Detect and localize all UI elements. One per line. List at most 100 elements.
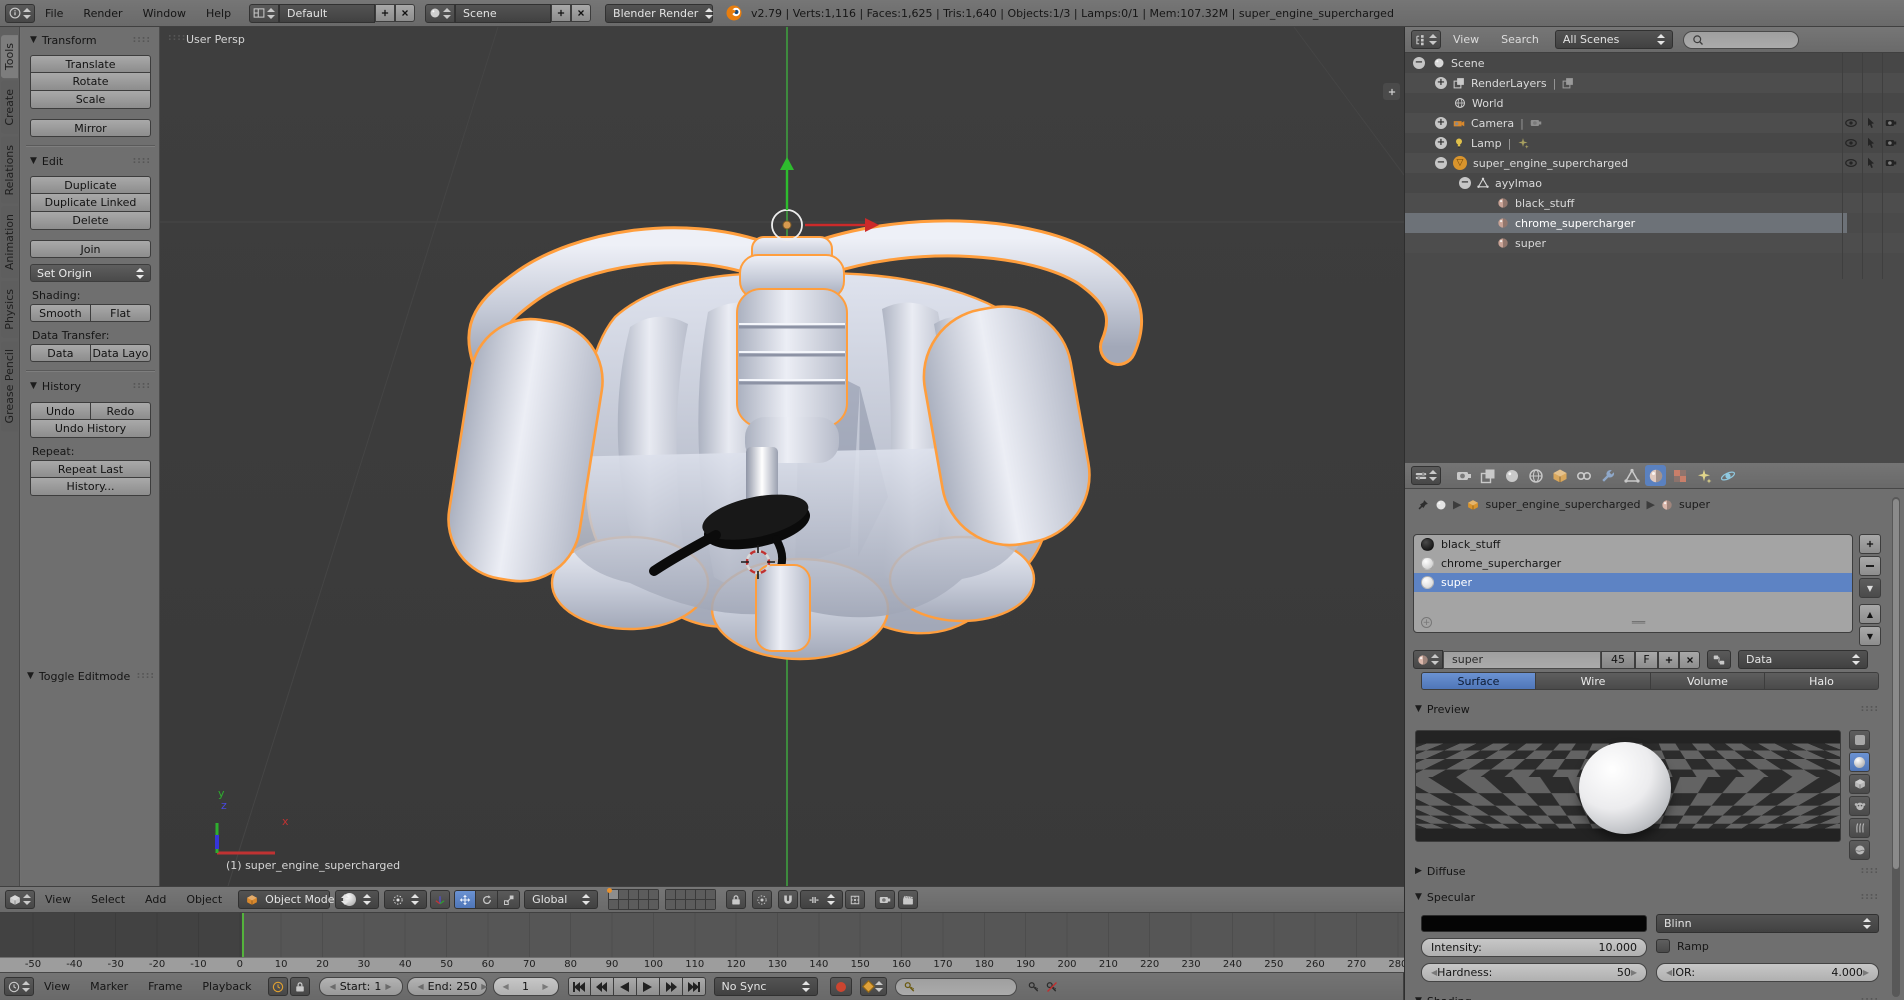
end-frame-field[interactable]: ◀ End: 250 ▶ [406, 977, 487, 996]
tab-modifiers[interactable] [1597, 465, 1618, 486]
duplicate-linked-button[interactable]: Duplicate Linked [30, 194, 151, 212]
selectable-toggle[interactable] [1861, 157, 1881, 169]
outliner-row-material-super[interactable]: super [1405, 233, 1904, 253]
outliner-row-camera[interactable]: + Camera | [1405, 113, 1904, 133]
collapse-icon[interactable]: − [1435, 157, 1447, 169]
insert-keyframe-button[interactable] [1025, 977, 1043, 996]
fake-user-button[interactable]: F [1635, 650, 1658, 669]
material-specials-button[interactable]: ▼ [1859, 578, 1881, 598]
menu-view-timeline[interactable]: View [34, 980, 80, 993]
move-slot-down-button[interactable]: ▼ [1859, 626, 1881, 646]
object-icon[interactable] [1467, 499, 1479, 511]
open-properties-region-button[interactable] [1383, 83, 1400, 100]
tab-grease-pencil[interactable]: Grease Pencil [1, 340, 18, 432]
delete-screen-layout-button[interactable] [395, 4, 416, 22]
timeline-canvas[interactable] [0, 913, 1404, 957]
audio-sync-select[interactable]: No Sync [713, 977, 818, 996]
type-surface-button[interactable]: Surface [1421, 672, 1536, 690]
arrow-left-icon[interactable]: ◀ [418, 982, 424, 991]
tab-world[interactable] [1525, 465, 1546, 486]
tab-render-layers[interactable] [1477, 465, 1498, 486]
previous-keyframe-button[interactable] [590, 977, 614, 996]
lock-to-scene-button[interactable] [726, 890, 747, 909]
specular-hardness-field[interactable]: ◀ Hardness: 50 ▶ [1421, 963, 1647, 982]
editor-type-selector-properties[interactable] [1411, 466, 1441, 485]
material-users-count-button[interactable]: 45 [1601, 650, 1635, 669]
arrow-right-icon[interactable]: ▶ [542, 982, 548, 991]
scrollbar-thumb[interactable] [1893, 499, 1899, 869]
panel-header-shading[interactable]: ▼Shading:::: [1415, 993, 1879, 1000]
remove-material-slot-button[interactable] [1859, 556, 1881, 576]
material-name-field[interactable]: super [1443, 650, 1601, 669]
tab-object-data[interactable] [1621, 465, 1642, 486]
repeat-last-button[interactable]: Repeat Last [30, 460, 151, 478]
screen-layout-icon-button[interactable] [249, 3, 280, 23]
show-nodes-button[interactable] [1707, 650, 1731, 669]
preview-cube-button[interactable] [1849, 774, 1870, 794]
menu-marker[interactable]: Marker [80, 980, 138, 993]
render-engine-select[interactable]: Blender Render [605, 3, 714, 23]
screen-layout-name[interactable]: Default [279, 3, 376, 23]
layers-group-1[interactable] [607, 888, 660, 910]
outliner-row-object[interactable]: − ▽ super_engine_supercharged [1405, 153, 1904, 173]
menu-add[interactable]: Add [135, 893, 176, 906]
menu-render[interactable]: Render [73, 7, 132, 20]
selectable-toggle[interactable] [1861, 137, 1881, 149]
undo-button[interactable]: Undo [30, 402, 91, 420]
translate-button[interactable]: Translate [30, 55, 151, 73]
panel-header-history[interactable]: ▼ History:::: [30, 378, 151, 394]
play-button[interactable] [636, 977, 660, 996]
tab-physics[interactable]: Physics [1, 281, 18, 338]
outliner-row-material-chrome-supercharger[interactable]: chrome_supercharger [1405, 213, 1847, 233]
menu-view-outliner[interactable]: View [1443, 33, 1489, 46]
menu-frame[interactable]: Frame [138, 980, 192, 993]
scale-button[interactable]: Scale [30, 91, 151, 109]
arrow-right-icon[interactable]: ▶ [481, 982, 487, 991]
render-toggle[interactable] [1881, 137, 1901, 149]
menu-search-outliner[interactable]: Search [1491, 33, 1549, 46]
material-icon[interactable] [1661, 499, 1673, 511]
shade-flat-button[interactable]: Flat [90, 304, 151, 322]
pin-icon[interactable] [1417, 499, 1429, 511]
preview-hair-button[interactable] [1849, 818, 1870, 838]
menu-playback[interactable]: Playback [192, 980, 261, 993]
preview-flat-button[interactable] [1849, 730, 1870, 750]
use-preview-range-button[interactable] [267, 977, 288, 996]
type-wire-button[interactable]: Wire [1536, 672, 1651, 690]
outliner-search-input[interactable] [1707, 33, 1788, 46]
transfer-data-layout-button[interactable]: Data Layo [90, 344, 151, 362]
manipulator-translate-button[interactable] [454, 890, 477, 909]
add-screen-layout-button[interactable] [375, 4, 396, 22]
tab-create[interactable]: Create [1, 81, 18, 134]
mirror-button[interactable]: Mirror [30, 119, 151, 137]
lock-time-cursor-button[interactable] [289, 977, 310, 996]
resize-grip-icon[interactable]: ══ [1632, 616, 1645, 629]
play-reverse-button[interactable] [613, 977, 637, 996]
proportional-edit-button[interactable] [752, 890, 773, 909]
expand-icon[interactable]: + [1435, 117, 1447, 129]
specular-ior-field[interactable]: ◀ IOR: 4.000 ▶ [1656, 963, 1879, 982]
material-slot-super[interactable]: super [1414, 573, 1852, 592]
shade-smooth-button[interactable]: Smooth [30, 304, 91, 322]
auto-keyframe-button[interactable] [859, 977, 887, 996]
duplicate-button[interactable]: Duplicate [30, 176, 151, 194]
hide-toggle[interactable] [1841, 157, 1861, 169]
selectable-toggle[interactable] [1861, 117, 1881, 129]
manipulator-scale-button[interactable] [498, 890, 521, 909]
tab-object[interactable] [1549, 465, 1570, 486]
mode-select[interactable]: Object Mode [238, 890, 350, 909]
outliner-row-lamp[interactable]: + Lamp | [1405, 133, 1904, 153]
panel-header-preview[interactable]: ▼ Preview:::: [1415, 701, 1879, 717]
tab-animation[interactable]: Animation [1, 206, 18, 279]
filter-plus-icon[interactable]: + [1421, 617, 1432, 628]
outliner-row-material-black-stuff[interactable]: black_stuff [1405, 193, 1904, 213]
editor-type-selector-info[interactable] [5, 3, 35, 23]
render-animation-button[interactable] [898, 890, 919, 909]
menu-object[interactable]: Object [176, 893, 232, 906]
tab-relations[interactable]: Relations [1, 136, 18, 204]
scene-icon-button[interactable] [425, 3, 456, 23]
render-image-button[interactable] [875, 890, 896, 909]
outliner-row-world[interactable]: World [1405, 93, 1904, 113]
type-halo-button[interactable]: Halo [1765, 672, 1879, 690]
material-slot-chrome-supercharger[interactable]: chrome_supercharger [1414, 554, 1852, 573]
